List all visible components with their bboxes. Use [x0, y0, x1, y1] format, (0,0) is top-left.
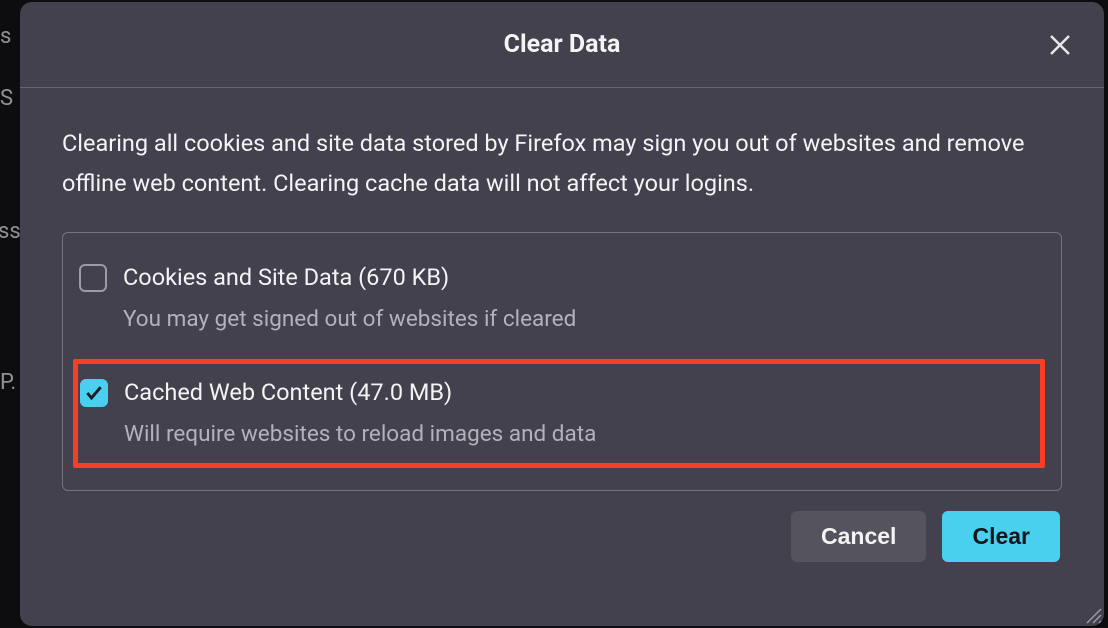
dialog-header: Clear Data — [20, 2, 1104, 88]
cached-checkbox[interactable] — [80, 379, 108, 407]
checkmark-icon — [84, 383, 104, 403]
option-content: Cached Web Content (47.0 MB) Will requir… — [124, 376, 1040, 450]
option-cookies[interactable]: Cookies and Site Data (670 KB) You may g… — [79, 255, 1045, 341]
cookies-label: Cookies and Site Data (670 KB) — [123, 261, 1045, 294]
checkbox-wrapper — [79, 264, 107, 292]
dialog-body: Clearing all cookies and site data store… — [20, 88, 1104, 491]
resize-icon — [1084, 606, 1102, 624]
clear-data-dialog: Clear Data Clearing all cookies and site… — [20, 2, 1104, 626]
cookies-checkbox[interactable] — [79, 264, 107, 292]
option-cached[interactable]: Cached Web Content (47.0 MB) Will requir… — [73, 359, 1045, 467]
close-icon — [1048, 33, 1072, 57]
checkbox-wrapper — [80, 379, 108, 407]
dialog-footer: Cancel Clear — [20, 491, 1104, 586]
clear-button[interactable]: Clear — [942, 511, 1060, 562]
cancel-button[interactable]: Cancel — [791, 511, 926, 562]
backdrop-text-fragment: s — [0, 24, 11, 49]
dialog-title: Clear Data — [504, 30, 621, 59]
cookies-sublabel: You may get signed out of websites if cl… — [123, 304, 1045, 336]
dialog-description: Clearing all cookies and site data store… — [62, 124, 1062, 204]
options-panel: Cookies and Site Data (670 KB) You may g… — [62, 232, 1062, 491]
cached-sublabel: Will require websites to reload images a… — [124, 419, 1040, 451]
option-content: Cookies and Site Data (670 KB) You may g… — [123, 261, 1045, 335]
backdrop-text-fragment: ss — [0, 219, 21, 244]
cached-label: Cached Web Content (47.0 MB) — [124, 376, 1040, 409]
resize-handle[interactable] — [1084, 606, 1102, 624]
close-button[interactable] — [1044, 29, 1076, 61]
backdrop-text-fragment: S — [0, 86, 13, 111]
backdrop-text-fragment: P. — [0, 370, 16, 395]
